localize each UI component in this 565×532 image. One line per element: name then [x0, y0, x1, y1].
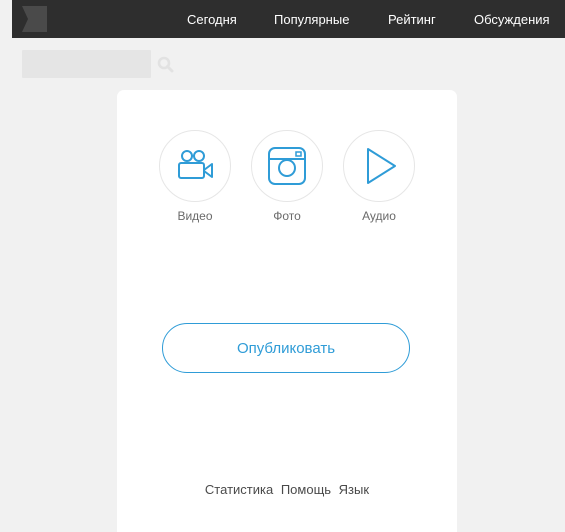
audio-button[interactable]: Аудио	[343, 130, 415, 230]
video-label: Видео	[177, 209, 213, 223]
search-icon[interactable]	[157, 56, 174, 73]
instagram-camera-icon	[268, 147, 306, 185]
video-circle	[159, 130, 231, 202]
nav-popular[interactable]: Популярные	[274, 12, 349, 27]
photo-button[interactable]: Фото	[251, 130, 323, 230]
publish-button[interactable]: Опубликовать	[162, 323, 410, 373]
search-input[interactable]	[22, 50, 151, 78]
publish-card: Видео Фото Аудио Опубликовать Статистика…	[117, 90, 457, 532]
audio-circle	[343, 130, 415, 202]
top-navigation-bar: Сегодня Популярные Рейтинг Обсуждения	[12, 0, 565, 38]
photo-label: Фото	[273, 209, 301, 223]
video-button[interactable]: Видео	[159, 130, 231, 230]
footer-links: Статистика Помощь Язык	[117, 482, 457, 497]
video-camera-icon	[178, 150, 213, 179]
audio-label: Аудио	[362, 209, 396, 223]
nav-rating[interactable]: Рейтинг	[388, 12, 436, 27]
photo-circle	[251, 130, 323, 202]
nav-discussions[interactable]: Обсуждения	[474, 12, 550, 27]
logo-icon[interactable]	[22, 6, 47, 32]
nav-today[interactable]: Сегодня	[187, 12, 237, 27]
footer-link-language[interactable]: Язык	[339, 482, 369, 497]
footer-link-help[interactable]: Помощь	[281, 482, 331, 497]
play-icon	[367, 148, 396, 184]
footer-link-statistics[interactable]: Статистика	[205, 482, 273, 497]
